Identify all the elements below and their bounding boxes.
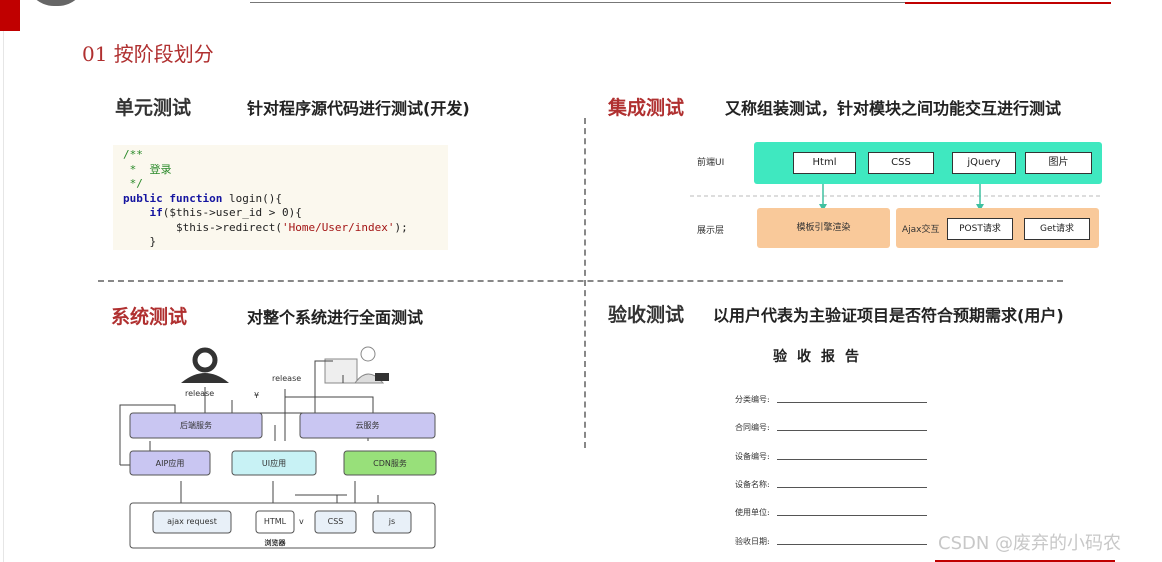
logo-circle xyxy=(26,0,86,6)
report-field-line xyxy=(777,402,927,403)
integration-test-desc: 又称组装测试，针对模块之间功能交互进行测试 xyxy=(725,99,1062,118)
js-node: js xyxy=(388,517,396,526)
cloud-service-box: 云服务 xyxy=(355,421,380,430)
release-label-1: release xyxy=(185,389,215,398)
report-field: 分类编号: xyxy=(735,395,770,404)
top-red-accent xyxy=(905,2,1111,4)
code-cond: ($this->user_id > 0){ xyxy=(162,206,302,219)
code-call-end: ); xyxy=(394,220,408,234)
report-field-line xyxy=(777,459,927,460)
report-field: 设备编号: xyxy=(735,452,770,461)
code-keyword: if xyxy=(149,206,163,219)
cdn-service-box: CDN服务 xyxy=(373,459,407,468)
report-field: 验收日期: xyxy=(735,537,770,546)
html-box: Html xyxy=(793,152,856,174)
code-string: 'Home/User/index' xyxy=(281,220,395,234)
report-field: 设备名称: xyxy=(735,480,770,489)
code-close: } xyxy=(149,235,157,248)
user-icon xyxy=(181,347,229,383)
report-field-line xyxy=(777,430,927,431)
vertical-divider xyxy=(584,118,586,448)
template-render-box: 模板引擎渲染 xyxy=(757,208,890,248)
report-title: 验收报告 xyxy=(773,349,869,365)
report-field-line xyxy=(777,487,927,488)
aip-app-box: AIP应用 xyxy=(155,459,185,468)
code-snippet: /** * 登录 */ public function login(){ if(… xyxy=(113,145,448,250)
html-node: HTML xyxy=(263,517,287,526)
jquery-box: jQuery xyxy=(952,152,1016,174)
developer-icon xyxy=(324,346,389,384)
horizontal-divider xyxy=(98,280,1063,282)
acceptance-test-title: 验收测试 xyxy=(608,304,685,326)
browser-label: 浏览器 xyxy=(264,539,286,547)
get-box: Get请求 xyxy=(1024,218,1090,240)
unit-test-desc: 针对程序源代码进行测试(开发) xyxy=(247,99,470,118)
report-field: 合同编号: xyxy=(735,423,770,432)
acceptance-test-desc: 以用户代表为主验证项目是否符合预期需求(用户) xyxy=(713,306,1064,325)
image-box: 图片 xyxy=(1025,152,1092,174)
report-field-line xyxy=(777,515,927,516)
front-ui-label: 前端UI xyxy=(697,158,725,168)
ajax-label: Ajax交互 xyxy=(902,225,940,235)
section-heading: 01 按阶段划分 xyxy=(82,42,214,66)
report-field: 使用单位: xyxy=(735,508,770,517)
code-line: */ xyxy=(123,177,143,190)
system-test-title: 系统测试 xyxy=(111,306,188,328)
unit-test-title: 单元测试 xyxy=(115,97,192,119)
code-call: $this->redirect( xyxy=(175,220,282,234)
csdn-watermark: CSDN @废弃的小码农 xyxy=(938,533,1122,554)
ajax-request-box: ajax request xyxy=(167,517,217,526)
code-fn: login(){ xyxy=(222,191,282,205)
backend-service-box: 后端服务 xyxy=(180,421,212,430)
code-line: /** xyxy=(123,148,143,161)
yen-mark: ¥ xyxy=(254,391,260,400)
css-box: CSS xyxy=(868,152,934,174)
integration-test-title: 集成测试 xyxy=(608,97,685,119)
left-border xyxy=(3,31,4,562)
v-label: v xyxy=(299,517,304,526)
code-keyword: public function xyxy=(123,191,223,205)
system-test-desc: 对整个系统进行全面测试 xyxy=(247,308,424,327)
report-field-line xyxy=(777,544,927,545)
css-node: CSS xyxy=(327,517,344,526)
post-box: POST请求 xyxy=(947,218,1013,240)
display-layer-label: 展示层 xyxy=(697,226,725,236)
code-line: * 登录 xyxy=(123,162,172,176)
release-label-2: release xyxy=(272,374,302,383)
corner-marker xyxy=(0,0,20,31)
ui-app-box: UI应用 xyxy=(261,459,287,468)
